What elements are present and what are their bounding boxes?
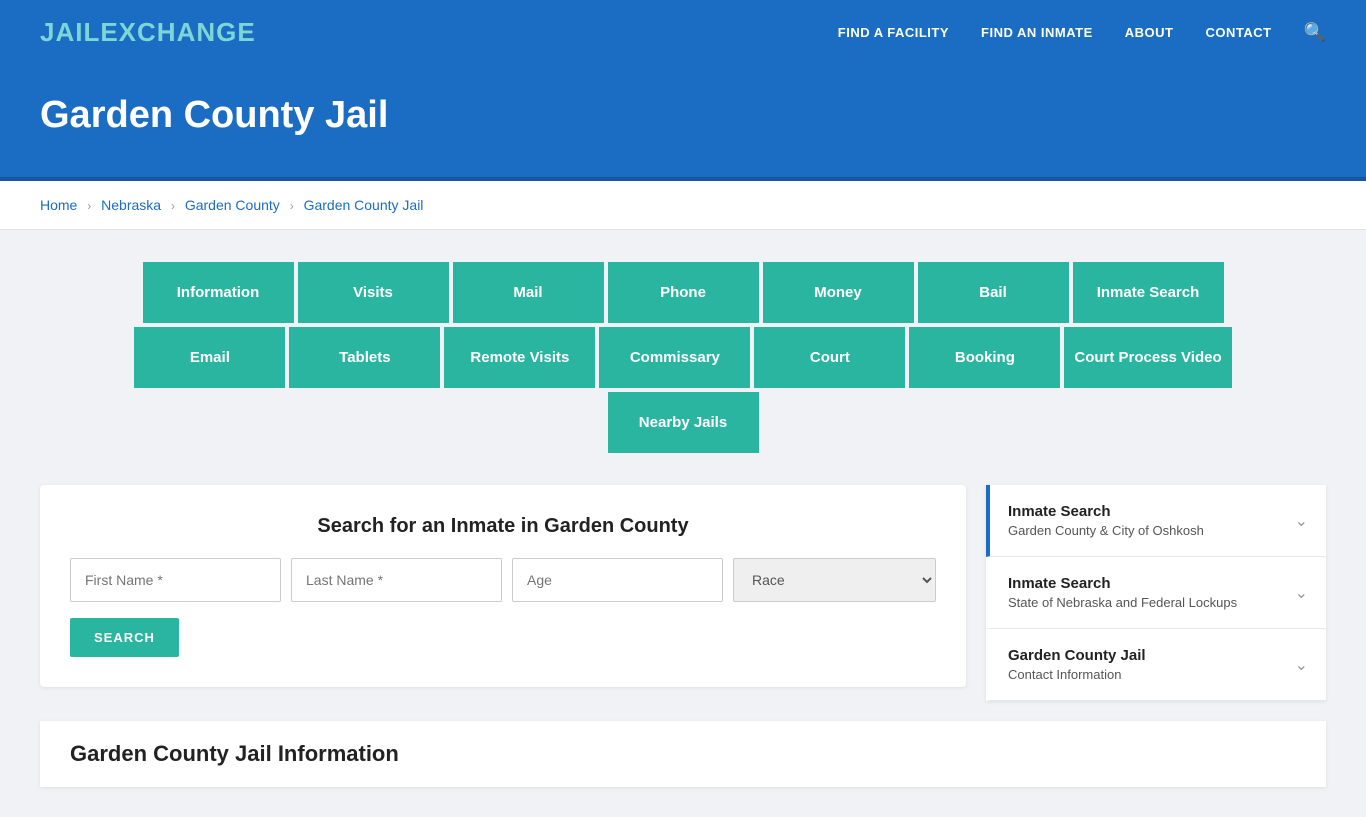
- sidebar-item-text-2: Inmate Search State of Nebraska and Fede…: [1008, 575, 1237, 610]
- breadcrumb-garden-county[interactable]: Garden County: [185, 197, 280, 213]
- btn-visits[interactable]: Visits: [296, 260, 451, 325]
- inmate-search-card: Search for an Inmate in Garden County Ra…: [40, 485, 966, 687]
- nav-contact[interactable]: CONTACT: [1205, 25, 1271, 40]
- search-icon[interactable]: 🔍: [1304, 22, 1326, 43]
- bottom-section-title-area: Garden County Jail Information: [40, 721, 1326, 787]
- btn-court-process-video[interactable]: Court Process Video: [1062, 325, 1233, 390]
- btn-booking[interactable]: Booking: [907, 325, 1062, 390]
- btn-inmate-search[interactable]: Inmate Search: [1071, 260, 1226, 325]
- sidebar-item-text-3: Garden County Jail Contact Information: [1008, 647, 1146, 682]
- nav-about[interactable]: ABOUT: [1125, 25, 1174, 40]
- breadcrumb-sep-3: ›: [290, 199, 294, 213]
- page-title: Garden County Jail: [40, 94, 1326, 137]
- btn-information[interactable]: Information: [141, 260, 296, 325]
- site-logo[interactable]: JAILEXCHANGE: [40, 17, 256, 48]
- age-input[interactable]: [512, 558, 723, 602]
- btn-mail[interactable]: Mail: [451, 260, 606, 325]
- nav-find-inmate[interactable]: FIND AN INMATE: [981, 25, 1093, 40]
- sidebar-item-text-1: Inmate Search Garden County & City of Os…: [1008, 503, 1204, 538]
- sidebar-item-1[interactable]: Inmate Search Garden County & City of Os…: [986, 485, 1326, 557]
- sidebar-item-title-2: Inmate Search: [1008, 575, 1237, 592]
- sidebar-item-title-1: Inmate Search: [1008, 503, 1204, 520]
- main-content: Information Visits Mail Phone Money Bail…: [0, 230, 1366, 817]
- breadcrumb: Home › Nebraska › Garden County › Garden…: [0, 181, 1366, 230]
- chevron-down-icon-3: ⌄: [1295, 655, 1308, 675]
- chevron-down-icon-1: ⌄: [1295, 511, 1308, 531]
- logo-exchange: EXCHANGE: [100, 17, 255, 47]
- sidebar-item-subtitle-2: State of Nebraska and Federal Lockups: [1008, 595, 1237, 610]
- btn-money[interactable]: Money: [761, 260, 916, 325]
- breadcrumb-nebraska[interactable]: Nebraska: [101, 197, 161, 213]
- btn-tablets[interactable]: Tablets: [287, 325, 442, 390]
- btn-email[interactable]: Email: [132, 325, 287, 390]
- site-header: JAILEXCHANGE FIND A FACILITY FIND AN INM…: [0, 0, 1366, 64]
- last-name-input[interactable]: [291, 558, 502, 602]
- first-name-input[interactable]: [70, 558, 281, 602]
- race-select[interactable]: Race White Black Hispanic Asian Other: [733, 558, 936, 602]
- btn-court[interactable]: Court: [752, 325, 907, 390]
- sidebar-item-subtitle-3: Contact Information: [1008, 667, 1146, 682]
- sidebar: Inmate Search Garden County & City of Os…: [986, 485, 1326, 701]
- nav-find-facility[interactable]: FIND A FACILITY: [838, 25, 949, 40]
- sidebar-item-3[interactable]: Garden County Jail Contact Information ⌄: [986, 629, 1326, 701]
- buttons-row-1: Information Visits Mail Phone Money Bail…: [141, 260, 1226, 325]
- sidebar-item-subtitle-1: Garden County & City of Oshkosh: [1008, 523, 1204, 538]
- logo-jail: JAIL: [40, 17, 100, 47]
- breadcrumb-sep-1: ›: [87, 199, 91, 213]
- breadcrumb-current: Garden County Jail: [304, 197, 424, 213]
- sidebar-item-2[interactable]: Inmate Search State of Nebraska and Fede…: [986, 557, 1326, 629]
- btn-nearby-jails[interactable]: Nearby Jails: [606, 390, 761, 455]
- btn-phone[interactable]: Phone: [606, 260, 761, 325]
- btn-remote-visits[interactable]: Remote Visits: [442, 325, 597, 390]
- bottom-section-title: Garden County Jail Information: [70, 741, 1296, 767]
- hero-section: Garden County Jail: [0, 64, 1366, 181]
- lower-section: Search for an Inmate in Garden County Ra…: [40, 485, 1326, 701]
- search-form-row: Race White Black Hispanic Asian Other: [70, 558, 936, 602]
- buttons-row-2: Email Tablets Remote Visits Commissary C…: [132, 325, 1233, 390]
- search-card-title: Search for an Inmate in Garden County: [70, 515, 936, 538]
- sidebar-item-title-3: Garden County Jail: [1008, 647, 1146, 664]
- breadcrumb-sep-2: ›: [171, 199, 175, 213]
- buttons-row-3: Nearby Jails: [606, 390, 761, 455]
- btn-bail[interactable]: Bail: [916, 260, 1071, 325]
- search-button[interactable]: SEARCH: [70, 618, 179, 657]
- btn-commissary[interactable]: Commissary: [597, 325, 752, 390]
- main-nav: FIND A FACILITY FIND AN INMATE ABOUT CON…: [838, 22, 1326, 43]
- category-buttons: Information Visits Mail Phone Money Bail…: [40, 260, 1326, 455]
- chevron-down-icon-2: ⌄: [1295, 583, 1308, 603]
- breadcrumb-home[interactable]: Home: [40, 197, 77, 213]
